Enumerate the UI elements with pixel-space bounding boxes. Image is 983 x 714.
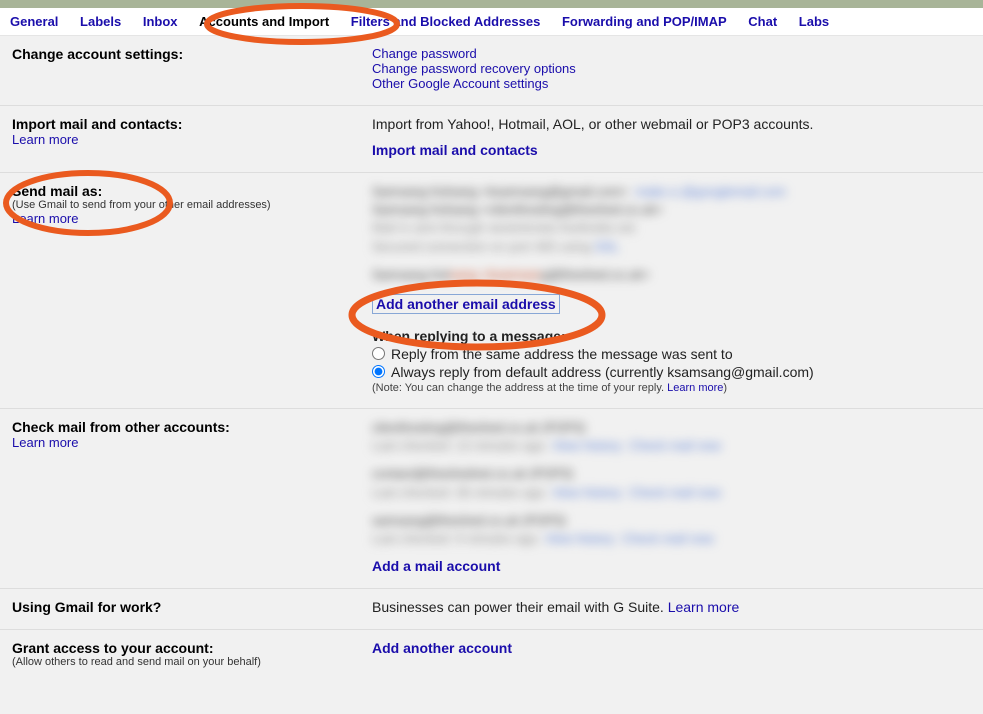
section-change-account: Change account settings: Change password… [0, 36, 983, 106]
tab-forwarding[interactable]: Forwarding and POP/IMAP [562, 14, 727, 29]
grant-access-title: Grant access to your account: [12, 640, 372, 656]
tab-general[interactable]: General [10, 14, 58, 29]
section-send-mail-as: Send mail as: (Use Gmail to send from yo… [0, 173, 983, 409]
settings-tabs: General Labels Inbox Accounts and Import… [0, 8, 983, 36]
link-import-mail-contacts[interactable]: Import mail and contacts [372, 142, 538, 158]
link-reply-note-learn-more[interactable]: Learn more [667, 382, 723, 394]
radio-reply-same-input[interactable] [372, 347, 385, 360]
section-grant-access: Grant access to your account: (Allow oth… [0, 630, 983, 672]
link-other-google-settings[interactable]: Other Google Account settings [372, 76, 548, 91]
link-change-recovery[interactable]: Change password recovery options [372, 61, 576, 76]
radio-reply-default-label: Always reply from default address (curre… [391, 364, 814, 380]
link-add-another-email[interactable]: Add another email address [372, 294, 560, 314]
link-add-another-account[interactable]: Add another account [372, 640, 512, 656]
link-import-learn-more[interactable]: Learn more [12, 132, 78, 147]
tab-chat[interactable]: Chat [748, 14, 777, 29]
link-gmail-work-learn-more[interactable]: Learn more [668, 599, 740, 615]
link-add-mail-account[interactable]: Add a mail account [372, 558, 500, 574]
gmail-work-title: Using Gmail for work? [12, 599, 372, 615]
check-mail-blurred-accounts: clienthosting@theshed.co.uk (POP3) Last … [372, 419, 971, 548]
link-check-mail-learn-more[interactable]: Learn more [12, 435, 78, 450]
section-check-mail: Check mail from other accounts: Learn mo… [0, 409, 983, 589]
radio-reply-default[interactable]: Always reply from default address (curre… [372, 364, 971, 380]
tab-filters[interactable]: Filters and Blocked Addresses [351, 14, 541, 29]
send-mail-blurred-addresses: Samsang Kelsang <ksamsang@gmail.com> mak… [372, 183, 971, 284]
tab-inbox[interactable]: Inbox [143, 14, 178, 29]
section-import-mail: Import mail and contacts: Learn more Imp… [0, 106, 983, 173]
check-mail-title: Check mail from other accounts: [12, 419, 372, 435]
grant-access-sub: (Allow others to read and send mail on y… [12, 656, 372, 668]
link-send-mail-learn-more[interactable]: Learn more [12, 211, 78, 226]
send-mail-as-sub: (Use Gmail to send from your other email… [12, 199, 372, 211]
tab-labels[interactable]: Labels [80, 14, 121, 29]
tab-accounts-and-import[interactable]: Accounts and Import [199, 14, 329, 29]
radio-reply-same-address[interactable]: Reply from the same address the message … [372, 346, 971, 362]
reply-note: (Note: You can change the address at the… [372, 382, 971, 394]
send-mail-as-title: Send mail as: [12, 183, 372, 199]
tab-labs[interactable]: Labs [799, 14, 829, 29]
section-gmail-work: Using Gmail for work? Businesses can pow… [0, 589, 983, 630]
import-mail-desc: Import from Yahoo!, Hotmail, AOL, or oth… [372, 116, 971, 132]
gmail-work-desc: Businesses can power their email with G … [372, 599, 668, 615]
radio-reply-same-label: Reply from the same address the message … [391, 346, 733, 362]
import-mail-title: Import mail and contacts: [12, 116, 372, 132]
reply-heading: When replying to a message: [372, 328, 971, 344]
link-change-password[interactable]: Change password [372, 46, 477, 61]
radio-reply-default-input[interactable] [372, 365, 385, 378]
change-account-title: Change account settings: [12, 46, 372, 62]
